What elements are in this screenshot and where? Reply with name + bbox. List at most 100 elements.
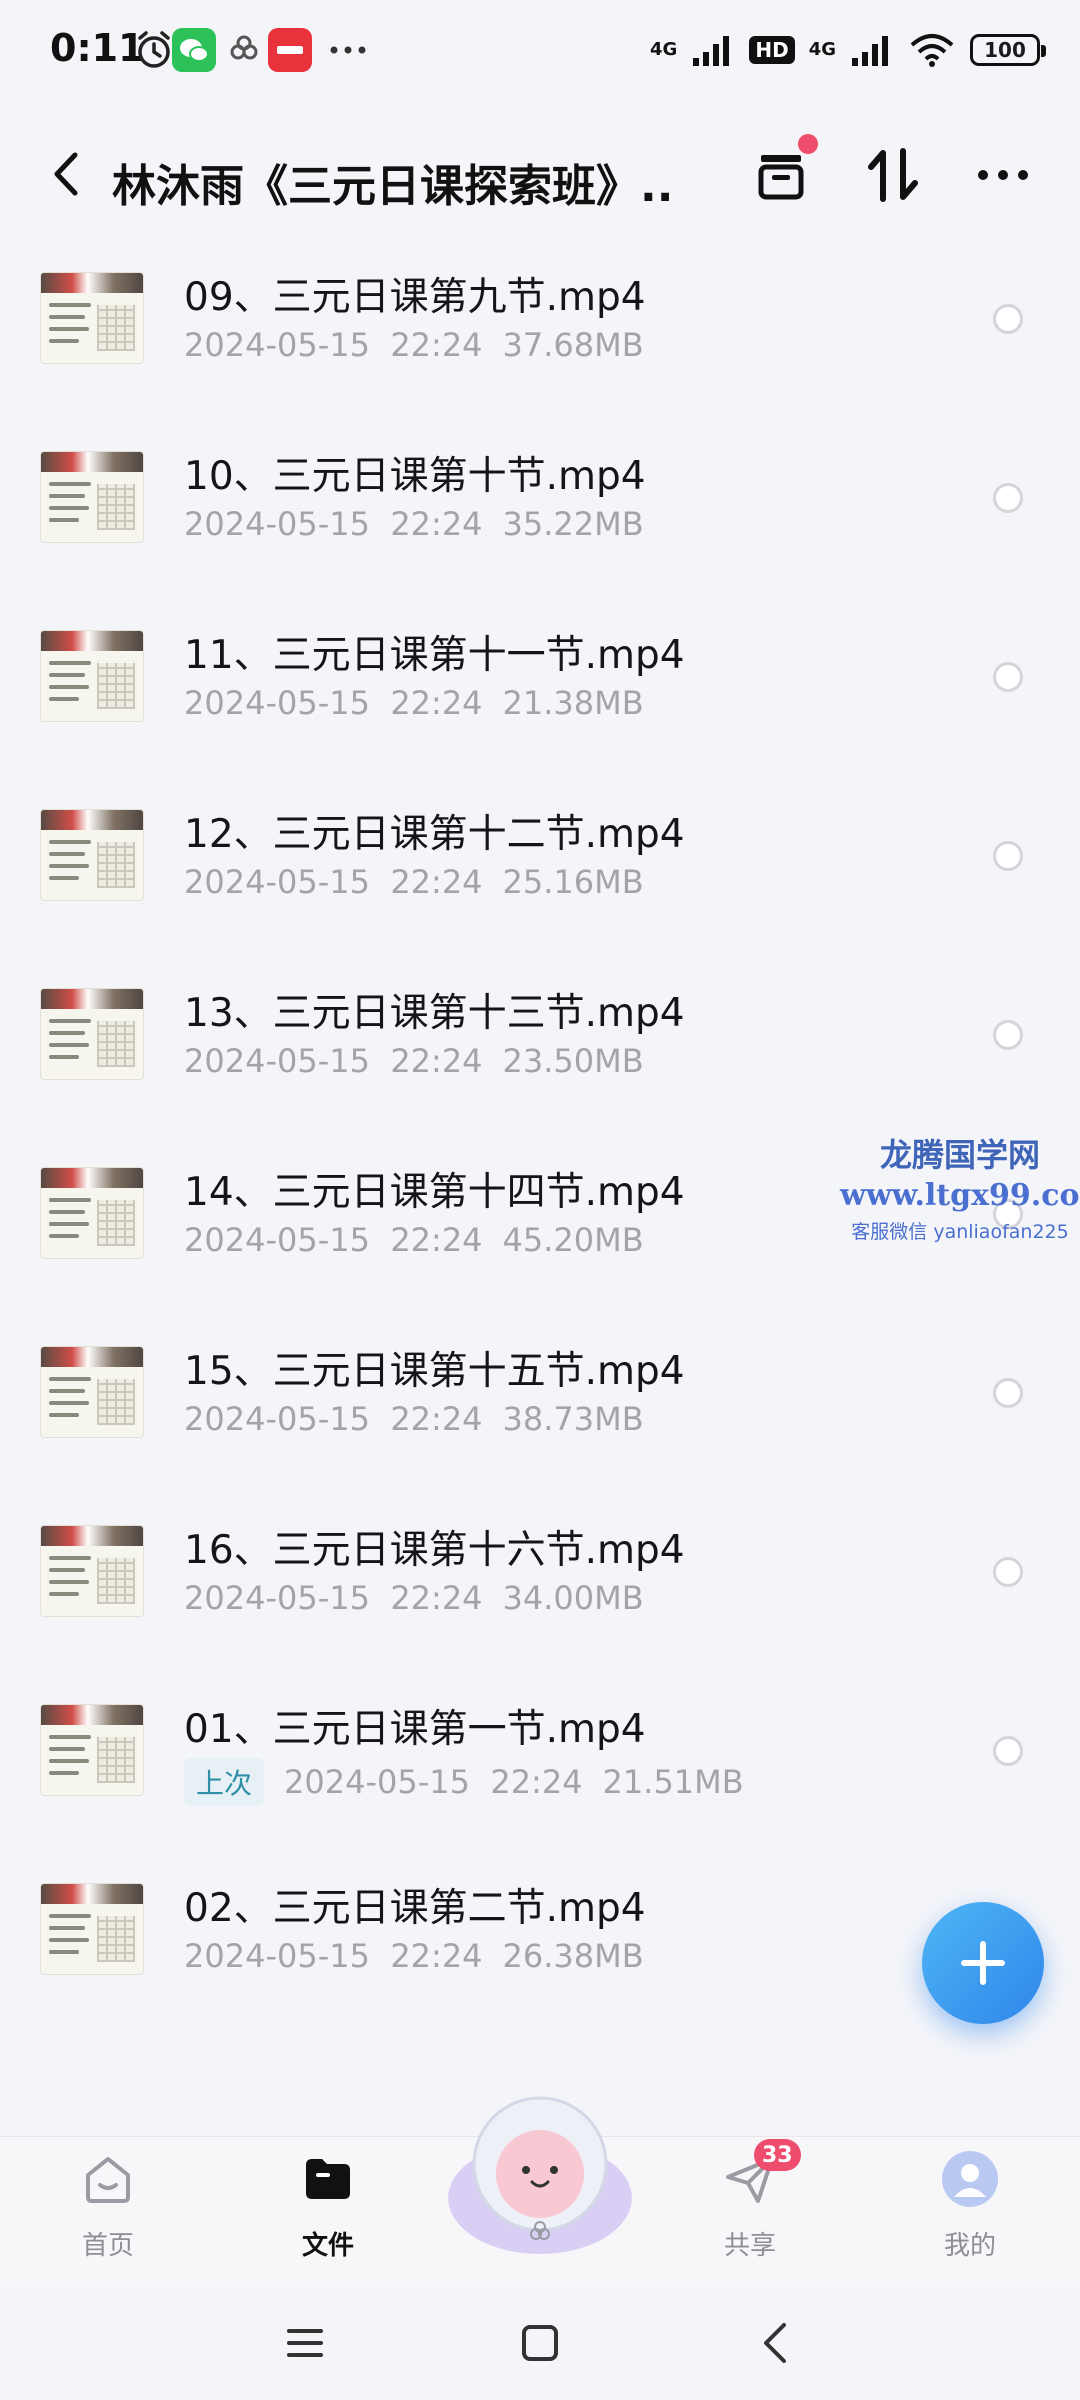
file-row[interactable]: 13、三元日课第十三节.mp4 2024-05-15 22:24 23.50MB [0,956,1080,1135]
file-name: 09、三元日课第九节.mp4 [184,275,646,320]
status-time: 0:11 [50,26,145,70]
file-size: 34.00MB [502,1579,644,1617]
avatar-icon [942,2151,998,2207]
file-meta: 2024-05-15 22:24 37.68MB [184,326,644,364]
file-date: 2024-05-15 22:24 [184,1400,483,1438]
status-right: 4G HD 4G 100 [650,28,1046,72]
file-meta: 上次 2024-05-15 22:24 21.51MB [184,1758,744,1806]
select-radio[interactable] [993,1020,1023,1050]
home-system-button[interactable] [495,2308,585,2378]
hd-badge: HD [749,36,795,64]
nav-share[interactable]: 33 共享 [680,2139,820,2279]
back-arrow-icon [54,152,78,196]
file-row[interactable]: 10、三元日课第十节.mp4 2024-05-15 22:24 35.22MB [0,419,1080,598]
select-radio[interactable] [993,841,1023,871]
screen: 0:11 4G HD 4G 100 林沐雨《三元日课探索班》... 09、三元日… [0,0,1080,2400]
video-thumbnail [40,1346,144,1438]
transfer-list-button[interactable] [736,130,826,220]
file-row[interactable]: 11、三元日课第十一节.mp4 2024-05-15 22:24 21.38MB [0,598,1080,777]
header: 林沐雨《三元日课探索班》... [0,110,1080,240]
select-radio[interactable] [993,1557,1023,1587]
notification-dot [798,134,818,154]
watermark-url: www.ltgx99.com [840,1178,1080,1213]
mascot-assistant-button[interactable] [440,2078,640,2264]
file-name: 10、三元日课第十节.mp4 [184,454,646,499]
file-row[interactable]: 01、三元日课第一节.mp4 上次 2024-05-15 22:24 21.51MB [0,1672,1080,1851]
more-dots-icon [978,170,1028,180]
watermark: 龙腾国学网 www.ltgx99.com 客服微信 yanliaofan225 [840,1130,1080,1244]
video-thumbnail [40,988,144,1080]
nav-home[interactable]: 首页 [38,2149,178,2279]
sort-button[interactable] [848,130,938,220]
file-size: 35.22MB [502,505,644,543]
nav-home-label: 首页 [81,2231,134,2261]
file-date: 2024-05-15 22:24 [184,505,483,543]
video-thumbnail [40,1704,144,1796]
video-thumbnail [40,272,144,364]
file-size: 25.16MB [502,863,644,901]
archive-box-icon [758,155,804,200]
watermark-contact: 客服微信 yanliaofan225 [851,1221,1069,1243]
file-name: 01、三元日课第一节.mp4 [184,1707,646,1752]
select-radio[interactable] [993,1736,1023,1766]
video-thumbnail [40,1167,144,1259]
status-bar: 0:11 4G HD 4G 100 [0,0,1080,100]
video-thumbnail [40,809,144,901]
file-meta: 2024-05-15 22:24 21.38MB [184,684,644,722]
file-name: 02、三元日课第二节.mp4 [184,1886,646,1931]
nav-me-label: 我的 [943,2231,996,2261]
back-chevron-icon [764,2323,786,2363]
file-name: 16、三元日课第十六节.mp4 [184,1528,685,1573]
share-count-badge: 33 [754,2139,801,2171]
file-row[interactable]: 16、三元日课第十六节.mp4 2024-05-15 22:24 34.00MB [0,1493,1080,1672]
select-radio[interactable] [993,1378,1023,1408]
file-row[interactable]: 02、三元日课第二节.mp4 2024-05-15 22:24 26.38MB [0,1851,1080,2030]
network-type-2: 4G [808,39,836,60]
back-system-button[interactable] [730,2308,820,2378]
file-size: 37.68MB [502,326,644,364]
file-name: 11、三元日课第十一节.mp4 [184,633,685,678]
file-size: 21.38MB [502,684,644,722]
more-notifications-icon [330,46,366,54]
battery-indicator: 100 [970,34,1046,66]
recent-apps-button[interactable] [260,2308,350,2378]
file-size: 26.38MB [502,1937,644,1975]
file-name: 12、三元日课第十二节.mp4 [184,812,685,857]
sort-arrows-icon [868,148,918,202]
video-thumbnail [40,451,144,543]
wifi-icon [910,34,954,67]
add-button[interactable] [922,1902,1044,2024]
file-name: 13、三元日课第十三节.mp4 [184,991,685,1036]
file-meta: 2024-05-15 22:24 25.16MB [184,863,644,901]
file-date: 2024-05-15 22:24 [184,1221,483,1259]
square-icon [522,2325,558,2361]
file-date: 2024-05-15 22:24 [184,1042,483,1080]
select-radio[interactable] [993,483,1023,513]
file-row[interactable]: 12、三元日课第十二节.mp4 2024-05-15 22:24 25.16MB [0,777,1080,956]
system-nav-bar [0,2286,1080,2400]
menu-lines-icon [287,2329,323,2357]
watermark-site-name: 龙腾国学网 [879,1136,1040,1174]
file-name: 15、三元日课第十五节.mp4 [184,1349,685,1394]
page-title: 林沐雨《三元日课探索班》... [112,161,672,212]
file-date: 2024-05-15 22:24 [184,1579,483,1617]
wechat-icon [172,28,216,72]
file-meta: 2024-05-15 22:24 34.00MB [184,1579,644,1617]
file-row[interactable]: 09、三元日课第九节.mp4 2024-05-15 22:24 37.68MB [0,240,1080,419]
select-radio[interactable] [993,662,1023,692]
signal-icon [693,36,730,66]
file-meta: 2024-05-15 22:24 45.20MB [184,1221,644,1259]
last-played-badge: 上次 [184,1758,265,1806]
file-meta: 2024-05-15 22:24 23.50MB [184,1042,644,1080]
file-name: 14、三元日课第十四节.mp4 [184,1170,685,1215]
back-button[interactable] [36,134,96,214]
file-row[interactable]: 15、三元日课第十五节.mp4 2024-05-15 22:24 38.73MB [0,1314,1080,1493]
xiaohongshu-icon [268,28,312,72]
nav-me[interactable]: 我的 [900,2149,1040,2279]
select-radio[interactable] [993,304,1023,334]
file-size: 38.73MB [502,1400,644,1438]
nav-files[interactable]: 文件 [258,2149,398,2279]
more-button[interactable] [958,130,1048,220]
nav-files-label: 文件 [301,2231,354,2261]
signal-icon-2 [852,36,888,66]
